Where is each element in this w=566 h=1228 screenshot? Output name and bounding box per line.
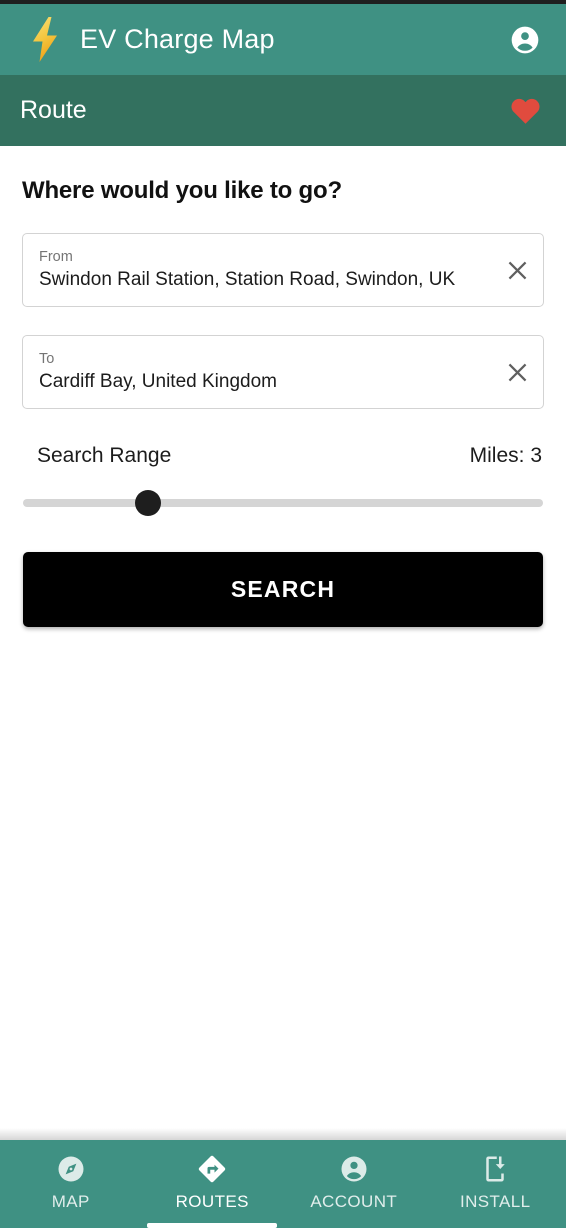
app-title: EV Charge Map [80,24,275,54]
search-range-label: Search Range [37,444,172,467]
search-button[interactable]: SEARCH [23,552,543,627]
to-field-texts: To Cardiff Bay, United Kingdom [23,350,491,394]
to-field[interactable]: To Cardiff Bay, United Kingdom [22,335,544,409]
from-field-texts: From Swindon Rail Station, Station Road,… [23,248,491,292]
from-field-value: Swindon Rail Station, Station Road, Swin… [39,269,456,291]
active-tab-indicator [147,1223,278,1228]
to-field-value: Cardiff Bay, United Kingdom [39,371,277,393]
from-field-label: From [39,249,73,266]
nav-item-account[interactable]: ACCOUNT [283,1140,425,1228]
to-clear-close-icon[interactable] [491,336,543,408]
lightning-bolt-icon [28,16,62,63]
page-title: Route [20,96,87,124]
nav-label-map: MAP [51,1192,90,1211]
nav-item-routes[interactable]: ROUTES [142,1140,284,1228]
route-sign-icon [197,1152,227,1186]
heart-icon[interactable] [508,94,542,128]
search-range-header: Search Range Miles: 3 [37,444,542,468]
slider-track[interactable] [23,499,543,507]
page-heading: Where would you like to go? [22,177,342,204]
search-range-slider[interactable] [23,490,543,516]
nav-label-account: ACCOUNT [310,1192,398,1211]
nav-item-install[interactable]: INSTALL [425,1140,566,1228]
nav-label-install: INSTALL [459,1192,531,1211]
compass-icon [56,1152,86,1186]
bottom-navigation-bar: MAP ROUTES ACCOUNT INSTALL [0,1140,566,1228]
nav-item-map[interactable]: MAP [0,1140,142,1228]
from-clear-close-icon[interactable] [491,234,543,306]
to-field-label: To [39,351,55,368]
main-content: Where would you like to go? From Swindon… [0,146,566,1140]
search-range-value: Miles: 3 [469,444,542,467]
nav-label-routes: ROUTES [175,1192,249,1211]
phone-download-icon [480,1152,510,1186]
app-bar: EV Charge Map [0,4,566,75]
from-field[interactable]: From Swindon Rail Station, Station Road,… [22,233,544,307]
account-circle-icon[interactable] [508,23,542,57]
slider-thumb[interactable] [134,490,161,516]
sub-header-bar: Route [0,75,566,146]
account-circle-icon [339,1152,369,1186]
bottom-nav-shadow [0,1128,566,1140]
